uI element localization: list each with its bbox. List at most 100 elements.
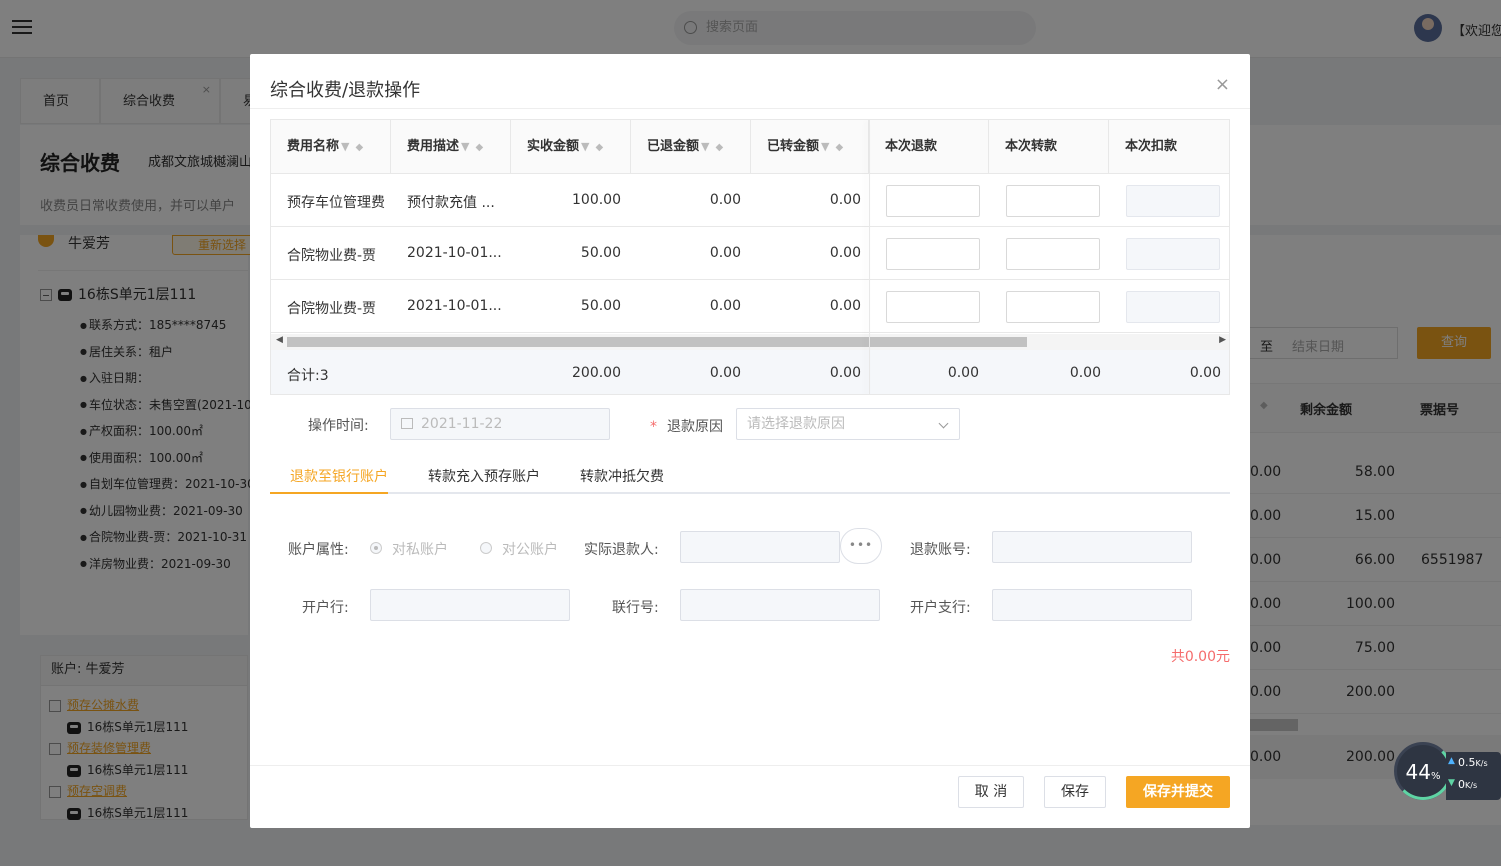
save-button[interactable]: 保存 — [1044, 776, 1106, 808]
col-label: 费用名称 — [287, 139, 340, 154]
refund-account-input — [992, 531, 1192, 563]
upload-speed: 0.5K/s — [1458, 756, 1488, 769]
reason-select[interactable]: 请选择退款原因 — [736, 408, 960, 440]
op-time-input: 2021-11-22 — [390, 408, 610, 440]
filter-icon[interactable]: ▼ — [461, 120, 469, 174]
col-label: 已退金额 — [647, 139, 700, 154]
col-label: 已转金额 — [767, 139, 820, 154]
required-mark: * — [650, 419, 657, 435]
cell-fee-desc: 2021-10-01... — [407, 298, 502, 314]
deduct-now-input — [1126, 291, 1220, 323]
upload-arrow-icon: ▲ — [1448, 756, 1455, 766]
filter-icon[interactable]: ▼ — [341, 120, 349, 174]
refund-now-input[interactable] — [886, 238, 980, 270]
divider — [250, 765, 1250, 766]
filter-icon[interactable]: ▼ — [581, 120, 589, 174]
download-arrow-icon: ▼ — [1448, 778, 1455, 788]
bank-label: 开户行: — [302, 600, 349, 616]
fee-table: 费用名称 ▼ ◆ 费用描述 ▼ ◆ 实收金额 ▼ ◆ 已退金额 ▼ ◆ 已转金额 ▼ ◆ 本次退款 … — [270, 119, 1230, 395]
sort-icon[interactable]: ◆ — [355, 121, 363, 175]
bank-input — [370, 589, 570, 621]
col-refunded[interactable]: 已退金额 ▼ ◆ — [631, 120, 751, 174]
network-speed: ▲ 0.5K/s ▼ 0K/s — [1446, 752, 1501, 800]
refund-now-input[interactable] — [886, 291, 980, 323]
table-header: 费用名称 ▼ ◆ 费用描述 ▼ ◆ 实收金额 ▼ ◆ 已退金额 ▼ ◆ 已转金额 ▼ ◆ 本次退款 … — [271, 120, 1229, 174]
cell-refunded: 0.00 — [709, 298, 741, 314]
cell-fee-name: 合院物业费-贾 — [287, 248, 377, 264]
cell-transferred: 0.00 — [829, 298, 861, 314]
filter-icon[interactable]: ▼ — [821, 120, 829, 174]
radio-private: 对私账户 — [370, 539, 448, 559]
radio-dot — [370, 542, 382, 554]
col-label: 本次转款 — [1005, 139, 1058, 154]
deduct-now-input — [1126, 185, 1220, 217]
op-time-label: 操作时间: — [308, 418, 369, 434]
footer-transferred: 0.00 — [829, 365, 861, 381]
footer-deduct-now: 0.00 — [1189, 365, 1221, 381]
fixed-column-divider — [869, 120, 870, 394]
gauge-percent: 44 — [1405, 760, 1431, 784]
transfer-now-input[interactable] — [1006, 185, 1100, 217]
close-icon[interactable]: × — [1215, 74, 1230, 95]
tab-prepaid-transfer[interactable]: 转款充入预存账户 — [428, 466, 540, 486]
table-row: 合院物业费-贾 2021-10-01... 50.00 0.00 0.00 — [271, 227, 1229, 280]
active-tab-indicator — [270, 492, 388, 494]
actual-payee-label: 实际退款人: — [584, 542, 659, 558]
table-row: 预存车位管理费 预付款充值 ... 100.00 0.00 0.00 — [271, 174, 1229, 227]
refund-account-label: 退款账号: — [910, 542, 971, 558]
cell-transferred: 0.00 — [829, 192, 861, 208]
col-label: 本次扣款 — [1125, 139, 1178, 154]
save-submit-button[interactable]: 保存并提交 — [1126, 776, 1230, 808]
transfer-now-input[interactable] — [1006, 291, 1100, 323]
sort-icon[interactable]: ◆ — [715, 121, 723, 175]
col-label: 实收金额 — [527, 139, 580, 154]
cell-refunded: 0.00 — [709, 245, 741, 261]
refund-now-input[interactable] — [886, 185, 980, 217]
tab-bank-refund[interactable]: 退款至银行账户 — [290, 466, 388, 486]
transfer-now-input[interactable] — [1006, 238, 1100, 270]
radio-dot — [480, 542, 492, 554]
cell-fee-name: 预存车位管理费 — [287, 195, 385, 211]
radio-label: 对私账户 — [392, 542, 448, 558]
op-time-value: 2021-11-22 — [421, 416, 503, 432]
modal-title: 综合收费/退款操作 — [270, 80, 421, 101]
horizontal-scrollbar[interactable]: ◀ ▶ — [271, 334, 1229, 350]
tab-offset-arrears[interactable]: 转款冲抵欠费 — [580, 466, 664, 486]
cell-refunded: 0.00 — [709, 192, 741, 208]
col-fee-name[interactable]: 费用名称 ▼ ◆ — [271, 120, 391, 174]
more-button[interactable]: ••• — [840, 528, 882, 564]
reason-label-text: 退款原因 — [667, 419, 723, 435]
branch-input — [992, 589, 1192, 621]
actual-payee-input — [680, 531, 840, 563]
col-fee-desc[interactable]: 费用描述 ▼ ◆ — [391, 120, 511, 174]
acct-attr-label: 账户属性: — [288, 542, 349, 558]
cell-received: 100.00 — [572, 192, 621, 208]
sort-icon[interactable]: ◆ — [595, 121, 603, 175]
footer-received: 200.00 — [572, 365, 621, 381]
col-refund-now: 本次退款 — [869, 120, 989, 174]
footer-refund-now: 0.00 — [947, 365, 979, 381]
cpu-gauge[interactable]: 44% — [1394, 742, 1452, 800]
filter-icon[interactable]: ▼ — [701, 120, 709, 174]
cell-fee-desc: 预付款充值 ... — [407, 195, 495, 211]
cell-received: 50.00 — [580, 298, 621, 314]
scroll-right-icon[interactable]: ▶ — [1219, 335, 1226, 345]
radio-public: 对公账户 — [480, 539, 558, 559]
cell-fee-name: 合院物业费-贾 — [287, 301, 377, 317]
col-received[interactable]: 实收金额 ▼ ◆ — [511, 120, 631, 174]
radio-label: 对公账户 — [502, 542, 558, 558]
cancel-button[interactable]: 取 消 — [958, 776, 1024, 808]
upload-value: 0.5 — [1458, 756, 1476, 769]
refund-total: 共0.00元 — [1170, 649, 1230, 665]
gauge-value: 44% — [1397, 760, 1449, 784]
table-row: 合院物业费-贾 2021-10-01... 50.00 0.00 0.00 — [271, 280, 1229, 333]
scroll-left-icon[interactable]: ◀ — [276, 335, 283, 345]
deduct-now-input — [1126, 238, 1220, 270]
col-transferred[interactable]: 已转金额 ▼ ◆ — [751, 120, 869, 174]
branch-label: 开户支行: — [910, 600, 971, 616]
chevron-down-icon — [938, 418, 949, 429]
sort-icon[interactable]: ◆ — [475, 121, 483, 175]
sort-icon[interactable]: ◆ — [835, 121, 843, 175]
scroll-thumb[interactable] — [287, 337, 1027, 347]
bank-code-label: 联行号: — [612, 600, 659, 616]
